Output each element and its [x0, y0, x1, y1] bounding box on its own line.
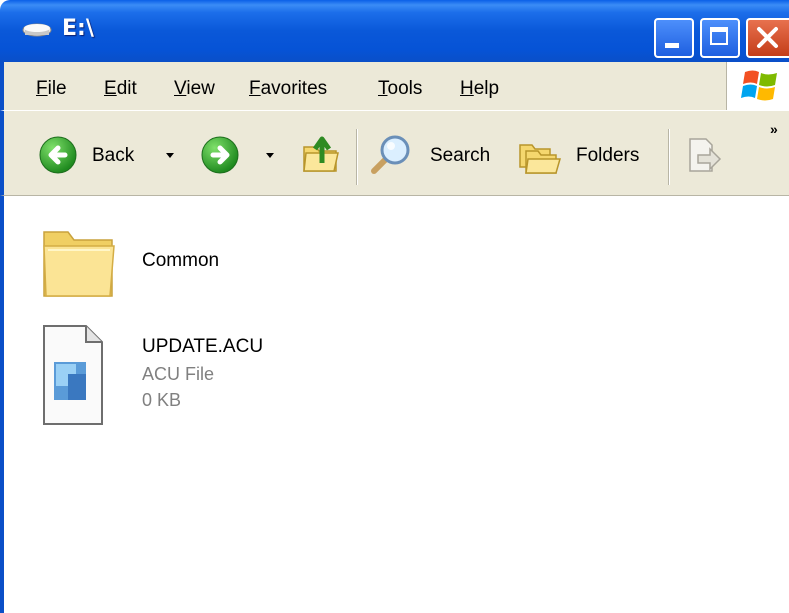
list-item[interactable]: Common	[40, 222, 280, 302]
folders-label: Folders	[576, 145, 640, 166]
list-item[interactable]: UPDATE.ACU ACU File 0 KB	[40, 324, 300, 425]
windows-logo-box	[726, 62, 789, 110]
folders-button[interactable]: Folders	[518, 131, 658, 179]
file-name: UPDATE.ACU	[142, 336, 264, 357]
back-button[interactable]: Back	[36, 131, 166, 179]
file-view: Common UPDATE.ACU ACU File 0 KB	[0, 196, 789, 613]
menu-help[interactable]: Help	[460, 78, 499, 100]
up-folder-icon[interactable]	[300, 131, 340, 175]
title-bar[interactable]: E:\	[0, 0, 789, 62]
menu-file[interactable]: File	[36, 78, 67, 100]
search-icon	[371, 135, 410, 174]
toolbar-separator	[356, 129, 357, 185]
file-size: 0 KB	[142, 390, 182, 410]
forward-dropdown-icon[interactable]	[266, 153, 274, 158]
toolbar-separator	[668, 129, 669, 185]
maximize-button[interactable]	[700, 18, 740, 58]
drive-icon	[22, 23, 52, 37]
toolbar: Back Search Folders »	[0, 110, 789, 196]
menu-bar: File Edit View Favorites Tools Help	[0, 62, 789, 110]
file-name: Common	[142, 250, 220, 271]
menu-edit[interactable]: Edit	[104, 78, 137, 100]
folder-icon	[43, 231, 115, 297]
move-to-icon[interactable]	[684, 135, 724, 175]
menu-tools[interactable]: Tools	[378, 78, 422, 100]
back-dropdown-icon[interactable]	[166, 153, 174, 158]
menu-favorites[interactable]: Favorites	[249, 78, 327, 100]
windows-logo-icon	[741, 70, 777, 101]
close-icon	[757, 27, 778, 48]
back-arrow-icon	[39, 136, 77, 174]
window-title: E:\	[62, 16, 94, 41]
back-label: Back	[92, 145, 135, 166]
file-icon	[43, 325, 103, 425]
file-type: ACU File	[142, 364, 215, 384]
toolbar-overflow-button[interactable]: »	[770, 121, 778, 137]
minimize-button[interactable]	[654, 18, 694, 58]
folders-icon	[519, 144, 561, 174]
forward-button[interactable]	[200, 135, 240, 175]
search-button[interactable]: Search	[368, 131, 504, 179]
close-button[interactable]	[746, 18, 789, 58]
search-label: Search	[430, 145, 491, 166]
menu-view[interactable]: View	[174, 78, 215, 100]
